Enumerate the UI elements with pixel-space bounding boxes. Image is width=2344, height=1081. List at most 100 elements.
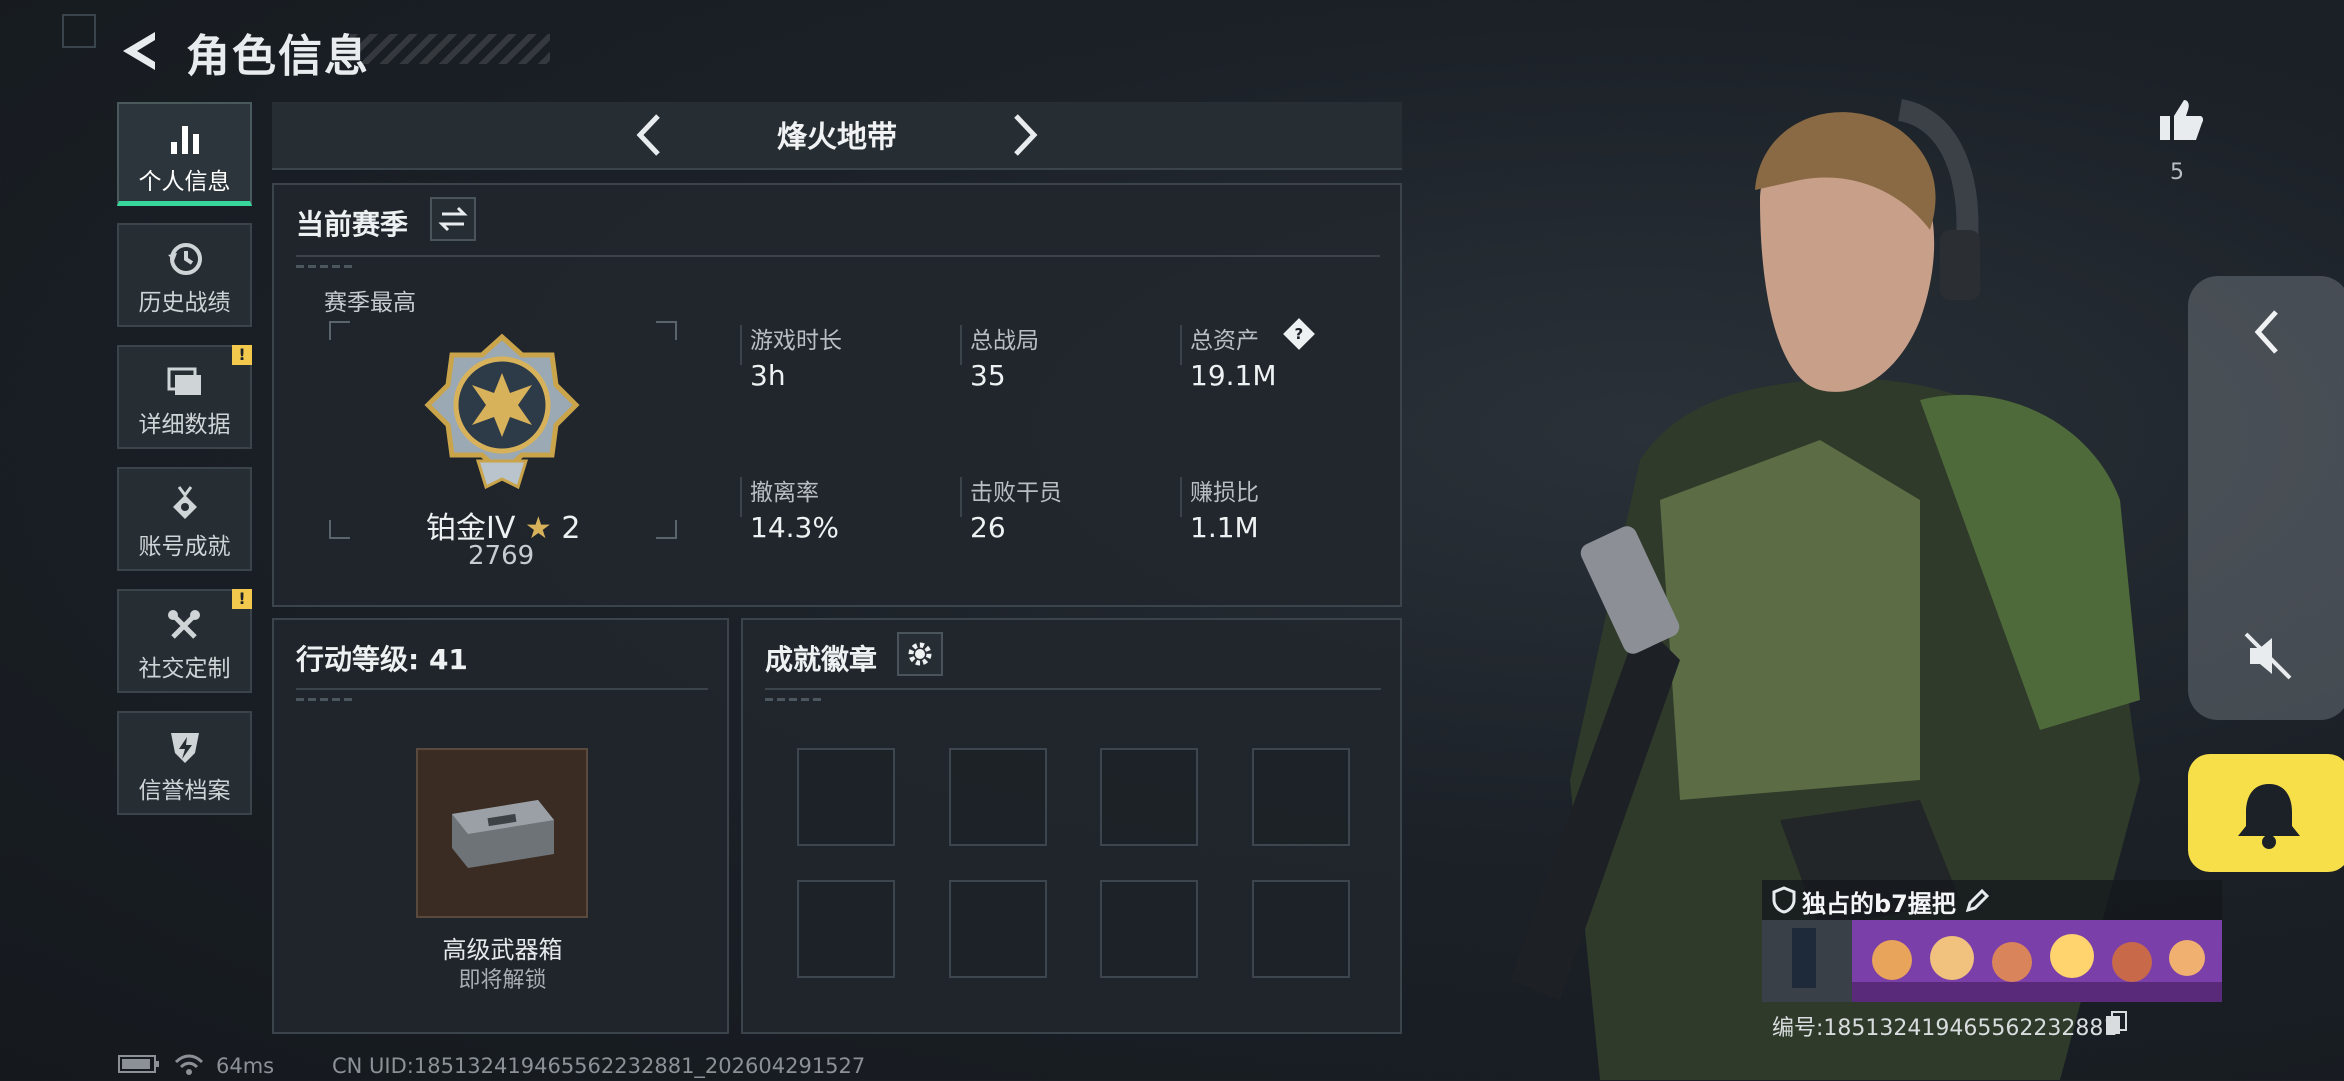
mute-button[interactable] <box>2238 626 2298 686</box>
stat-label: 赚损比 <box>1190 480 1259 506</box>
badge-slot[interactable] <box>949 748 1047 846</box>
notification-button[interactable] <box>2188 754 2344 872</box>
sidebar-item-achievements[interactable]: 账号成就 <box>117 467 252 571</box>
sidebar-item-detail-data[interactable]: 详细数据 ! <box>117 345 252 449</box>
reward-item-card[interactable] <box>416 748 588 918</box>
shield-bolt-icon <box>170 733 199 763</box>
tools-icon <box>167 610 200 639</box>
reward-status: 即将解锁 <box>458 968 547 993</box>
sidebar-item-label: 个人信息 <box>138 169 231 195</box>
stat-separator <box>960 477 962 517</box>
sidebar-item-social[interactable]: 社交定制 ! <box>117 589 252 693</box>
badge-slot[interactable] <box>797 748 895 846</box>
copy-icon <box>2106 1011 2127 1034</box>
reward-name: 高级武器箱 <box>442 936 563 964</box>
like-button[interactable] <box>2156 96 2206 146</box>
stat-separator <box>960 325 962 365</box>
stat-value: 14.3% <box>750 511 839 544</box>
badge-slot[interactable] <box>1100 748 1198 846</box>
alert-badge: ! <box>232 589 252 609</box>
cn-uid: CN UID:18513241946556223288​1_2026042915… <box>332 1054 866 1078</box>
season-switch-button[interactable] <box>430 197 476 241</box>
next-mode-button[interactable] <box>1004 112 1044 158</box>
back-arrow-icon <box>123 32 155 70</box>
stat-separator <box>740 325 742 365</box>
medal-icon <box>172 486 197 519</box>
player-name-bar: 独占的b7握把 <box>1762 880 2222 920</box>
badge-slot[interactable] <box>1100 880 1198 978</box>
sidebar-item-profile[interactable]: 个人信息 <box>117 102 252 206</box>
section-divider <box>296 688 708 690</box>
section-divider <box>765 688 1381 690</box>
sidebar-item-label: 历史战绩 <box>138 290 231 316</box>
stat-value: 26 <box>970 511 1006 544</box>
player-banner[interactable] <box>1762 920 2222 1002</box>
stat-label: 总资产 <box>1190 328 1259 354</box>
speaker-muted-icon <box>2244 632 2292 680</box>
stat-label: 总战局 <box>970 328 1039 354</box>
achievements-title: 成就徽章 <box>765 643 878 676</box>
player-name: 独占的b7握把 <box>1802 890 1956 918</box>
alert-badge: ! <box>232 345 252 365</box>
back-button[interactable] <box>115 26 165 76</box>
badge-slot[interactable] <box>797 880 895 978</box>
edit-name-button[interactable] <box>1962 886 1992 916</box>
stat-separator <box>1180 477 1182 517</box>
shield-icon <box>1772 886 1796 918</box>
rank-score: 2769 <box>468 541 535 571</box>
bell-icon <box>2238 784 2300 849</box>
bar-chart-icon <box>170 126 199 154</box>
stat-separator <box>740 477 742 517</box>
sidebar-item-label: 账号成就 <box>138 534 231 560</box>
gear-icon <box>908 642 932 666</box>
swap-icon <box>438 206 468 232</box>
chevron-right-icon <box>1014 114 1038 156</box>
sidebar-item-reputation[interactable]: 信誉档案 <box>117 711 252 815</box>
like-count: 5 <box>2170 160 2184 185</box>
header-stripe <box>350 34 550 64</box>
stat-value: 19.1M <box>1190 359 1277 392</box>
stat-label: 击败干员 <box>970 480 1062 506</box>
stat-value: 1.1M <box>1190 511 1259 544</box>
stat-value: 35 <box>970 359 1006 392</box>
sidebar-item-label: 社交定制 <box>138 656 231 682</box>
dash-decoration <box>765 698 825 701</box>
battery-icon <box>118 1054 160 1079</box>
rank-stars: 2 <box>561 511 581 546</box>
dash-decoration <box>296 265 356 268</box>
sidebar-item-history[interactable]: 历史战绩 <box>117 223 252 327</box>
weapon-case-icon <box>452 800 554 868</box>
season-panel: 当前赛季 赛季最高 铂金IV ★ 2 2769 游戏时长 3h 总战局 35 总… <box>272 183 1402 607</box>
ping-value: 64ms <box>216 1054 275 1078</box>
page-title: 角色信息 <box>186 31 370 82</box>
corner-decoration <box>62 14 96 48</box>
stat-separator <box>1180 325 1182 365</box>
help-icon[interactable]: ? <box>1283 318 1315 350</box>
badge-slot[interactable] <box>1252 880 1350 978</box>
history-icon <box>167 243 202 275</box>
collapse-panel-button[interactable] <box>2238 302 2298 362</box>
action-level-title: 行动等级: 41 <box>296 643 468 676</box>
section-divider <box>296 255 1380 257</box>
side-control-panel <box>2188 276 2344 720</box>
sidebar-item-label: 详细数据 <box>138 412 231 438</box>
action-level-panel: 行动等级: 41 高级武器箱 即将解锁 <box>272 618 729 1034</box>
stat-label: 游戏时长 <box>750 328 842 354</box>
mode-title: 烽火地带 <box>777 120 897 155</box>
stat-label: 撤离率 <box>750 480 819 506</box>
stat-value: 3h <box>750 359 786 392</box>
dash-decoration <box>296 698 356 701</box>
folder-icon <box>167 367 201 395</box>
player-uid: 编号:18513241946556223288​1 <box>1772 1016 2118 1041</box>
copy-uid-button[interactable] <box>2104 1010 2128 1036</box>
badge-slot[interactable] <box>1252 748 1350 846</box>
mode-selector: 烽火地带 <box>272 102 1402 170</box>
pencil-icon <box>1965 888 1990 913</box>
badge-slot[interactable] <box>949 880 1047 978</box>
achievement-settings-button[interactable] <box>897 632 943 676</box>
chevron-left-icon <box>2254 310 2278 354</box>
help-mark: ? <box>1294 324 1304 343</box>
achievements-panel: 成就徽章 <box>741 618 1402 1034</box>
season-best-label: 赛季最高 <box>324 290 416 316</box>
season-title: 当前赛季 <box>296 208 409 241</box>
